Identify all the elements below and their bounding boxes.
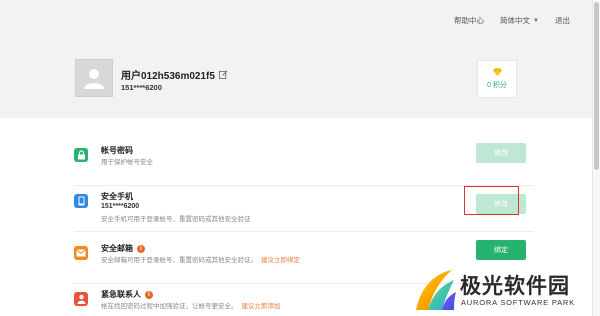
avatar[interactable] xyxy=(75,59,113,97)
row-title: 安全邮箱 i xyxy=(101,243,145,254)
warning-icon: i xyxy=(137,244,145,253)
row-subtitle: 帐在找回密码过程中加强验证，让帐号更安全。 建议立即添加 xyxy=(101,300,281,310)
row-title: 帐号密码 xyxy=(101,145,133,156)
user-phone: 151****6200 xyxy=(121,83,162,92)
logout-link[interactable]: 退出 xyxy=(555,15,570,26)
lock-icon xyxy=(74,148,88,162)
highlight-box xyxy=(464,186,519,215)
row-subtitle: 安全手机可用于登录帐号、重置密码或其他安全验证 xyxy=(101,216,251,223)
language-selector[interactable]: 简体中文 ▼ xyxy=(500,15,539,26)
divider xyxy=(74,231,534,232)
security-phone-number: 151****6200 xyxy=(101,203,140,210)
scrollbar-thumb[interactable] xyxy=(594,2,599,170)
watermark-subtitle: AURORA SOFTWARE PARK xyxy=(461,298,575,307)
profile-header: 帮助中心 简体中文 ▼ 退出 用户012h536m021f5 151****62… xyxy=(0,0,592,118)
row-title: 紧急联系人 i xyxy=(101,289,153,300)
user-silhouette-icon xyxy=(84,69,104,89)
row-title-text: 安全手机 xyxy=(101,192,133,201)
phone-icon xyxy=(74,194,88,208)
diamond-icon xyxy=(492,68,502,76)
username-text: 用户012h536m021f5 xyxy=(121,71,215,82)
caret-down-icon: ▼ xyxy=(533,17,539,24)
help-center-link[interactable]: 帮助中心 xyxy=(454,15,484,26)
bind-email-button[interactable]: 绑定 xyxy=(476,240,526,260)
scrollbar[interactable] xyxy=(592,0,600,316)
points-value: 0 积分 xyxy=(487,82,507,89)
watermark: 极光软件园 AURORA SOFTWARE PARK xyxy=(404,266,592,316)
modify-password-button[interactable]: 修改 xyxy=(476,143,526,163)
language-label: 简体中文 xyxy=(500,16,531,25)
username: 用户012h536m021f5 xyxy=(121,67,228,82)
row-subtitle-text: 安全邮箱可用于登录帐号、重置密码或其他安全验证。 xyxy=(101,257,257,264)
row-subtitle-text: 帐在找回密码过程中加强验证，让帐号更安全。 xyxy=(101,303,238,310)
row-subtitle: 用于保护帐号安全 xyxy=(101,159,153,166)
row-account-password: 帐号密码 用于保护帐号安全 修改 xyxy=(64,138,534,186)
row-title-text: 安全邮箱 xyxy=(101,244,133,253)
row-title: 安全手机 xyxy=(101,191,133,202)
watermark-title: 极光软件园 xyxy=(460,275,570,298)
aurora-logo-icon xyxy=(416,270,456,310)
edit-icon[interactable] xyxy=(218,70,228,79)
row-subtitle: 安全邮箱可用于登录帐号、重置密码或其他安全验证。 建议立即绑定 xyxy=(101,254,300,264)
mail-icon xyxy=(74,246,88,260)
row-title-text: 帐号密码 xyxy=(101,146,133,155)
top-navigation: 帮助中心 简体中文 ▼ 退出 xyxy=(454,15,570,26)
contact-icon xyxy=(74,292,88,306)
add-contact-link[interactable]: 建议立即添加 xyxy=(242,303,281,310)
bind-email-link[interactable]: 建议立即绑定 xyxy=(261,257,300,264)
points-card[interactable]: 0 积分 xyxy=(477,60,517,98)
warning-icon: i xyxy=(145,290,153,299)
row-title-text: 紧急联系人 xyxy=(101,290,141,299)
